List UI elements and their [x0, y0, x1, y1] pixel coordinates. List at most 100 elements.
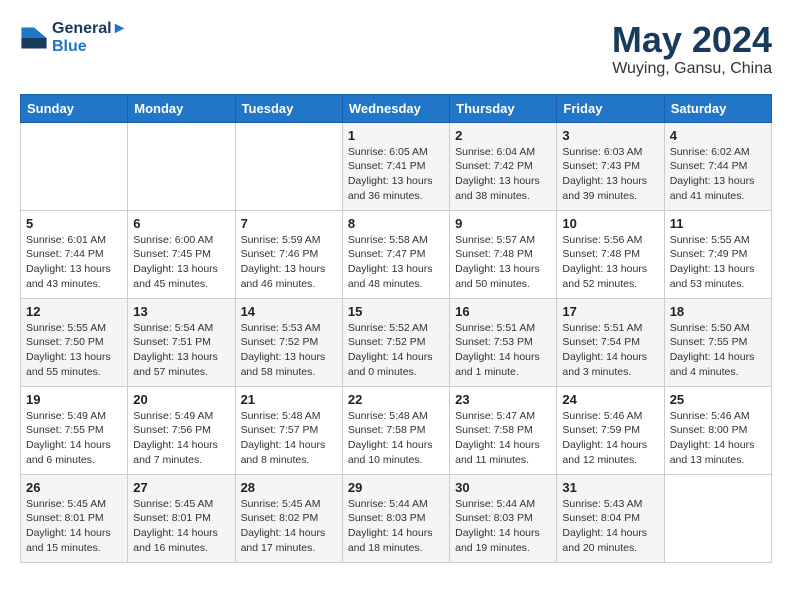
calendar-week-2: 5Sunrise: 6:01 AMSunset: 7:44 PMDaylight… — [21, 210, 772, 298]
day-info: Sunrise: 5:49 AMSunset: 7:56 PMDaylight:… — [133, 409, 229, 468]
logo: General► Blue — [20, 20, 127, 56]
day-info: Sunrise: 5:51 AMSunset: 7:53 PMDaylight:… — [455, 321, 551, 380]
day-number: 13 — [133, 304, 229, 319]
calendar-subtitle: Wuying, Gansu, China — [612, 60, 772, 78]
calendar-cell: 16 Sunrise: 5:51 AMSunset: 7:53 PMDayligh… — [450, 298, 557, 386]
day-number: 6 — [133, 216, 229, 231]
day-number: 31 — [562, 480, 658, 495]
calendar-cell: 2 Sunrise: 6:04 AMSunset: 7:42 PMDaylight… — [450, 122, 557, 210]
day-number: 21 — [241, 392, 337, 407]
calendar-body: 1 Sunrise: 6:05 AMSunset: 7:41 PMDaylight… — [21, 122, 772, 562]
calendar-cell: 31Sunrise: 5:43 AMSunset: 8:04 PMDayligh… — [557, 474, 664, 562]
logo-text: General► Blue — [52, 20, 127, 56]
day-info: Sunrise: 5:45 AMSunset: 8:01 PMDaylight:… — [133, 497, 229, 556]
day-number: 2 — [455, 128, 551, 143]
day-info: Sunrise: 5:50 AMSunset: 7:55 PMDaylight:… — [670, 321, 766, 380]
calendar-table: Sunday Monday Tuesday Wednesday Thursday… — [20, 94, 772, 563]
calendar-cell: 8 Sunrise: 5:58 AMSunset: 7:47 PMDaylight… — [342, 210, 449, 298]
calendar-cell: 23 Sunrise: 5:47 AMSunset: 7:58 PMDayligh… — [450, 386, 557, 474]
calendar-cell: 25 Sunrise: 5:46 AMSunset: 8:00 PMDayligh… — [664, 386, 771, 474]
calendar-cell: 19 Sunrise: 5:49 AMSunset: 7:55 PMDayligh… — [21, 386, 128, 474]
day-info: Sunrise: 5:48 AMSunset: 7:58 PMDaylight:… — [348, 409, 444, 468]
day-number: 7 — [241, 216, 337, 231]
calendar-cell — [235, 122, 342, 210]
calendar-cell: 14 Sunrise: 5:53 AMSunset: 7:52 PMDayligh… — [235, 298, 342, 386]
calendar-cell: 1 Sunrise: 6:05 AMSunset: 7:41 PMDaylight… — [342, 122, 449, 210]
header-wednesday: Wednesday — [342, 94, 449, 122]
day-number: 24 — [562, 392, 658, 407]
calendar-week-1: 1 Sunrise: 6:05 AMSunset: 7:41 PMDaylight… — [21, 122, 772, 210]
day-info: Sunrise: 5:49 AMSunset: 7:55 PMDaylight:… — [26, 409, 122, 468]
day-info: Sunrise: 5:56 AMSunset: 7:48 PMDaylight:… — [562, 233, 658, 292]
header-thursday: Thursday — [450, 94, 557, 122]
day-number: 4 — [670, 128, 766, 143]
calendar-cell: 30Sunrise: 5:44 AMSunset: 8:03 PMDayligh… — [450, 474, 557, 562]
day-number: 20 — [133, 392, 229, 407]
day-info: Sunrise: 5:47 AMSunset: 7:58 PMDaylight:… — [455, 409, 551, 468]
day-number: 16 — [455, 304, 551, 319]
day-number: 14 — [241, 304, 337, 319]
calendar-cell: 21 Sunrise: 5:48 AMSunset: 7:57 PMDayligh… — [235, 386, 342, 474]
calendar-cell: 13 Sunrise: 5:54 AMSunset: 7:51 PMDayligh… — [128, 298, 235, 386]
day-info: Sunrise: 5:45 AMSunset: 8:01 PMDaylight:… — [26, 497, 122, 556]
calendar-cell: 22 Sunrise: 5:48 AMSunset: 7:58 PMDayligh… — [342, 386, 449, 474]
day-info: Sunrise: 5:58 AMSunset: 7:47 PMDaylight:… — [348, 233, 444, 292]
day-info: Sunrise: 5:53 AMSunset: 7:52 PMDaylight:… — [241, 321, 337, 380]
calendar-cell: 6 Sunrise: 6:00 AMSunset: 7:45 PMDaylight… — [128, 210, 235, 298]
header-monday: Monday — [128, 94, 235, 122]
day-info: Sunrise: 6:01 AMSunset: 7:44 PMDaylight:… — [26, 233, 122, 292]
day-info: Sunrise: 5:48 AMSunset: 7:57 PMDaylight:… — [241, 409, 337, 468]
day-number: 18 — [670, 304, 766, 319]
calendar-cell: 5Sunrise: 6:01 AMSunset: 7:44 PMDaylight… — [21, 210, 128, 298]
calendar-cell: 28 Sunrise: 5:45 AMSunset: 8:02 PMDayligh… — [235, 474, 342, 562]
calendar-cell: 26 Sunrise: 5:45 AMSunset: 8:01 PMDayligh… — [21, 474, 128, 562]
day-number: 28 — [241, 480, 337, 495]
day-number: 17 — [562, 304, 658, 319]
day-number: 9 — [455, 216, 551, 231]
day-number: 1 — [348, 128, 444, 143]
calendar-cell: 11 Sunrise: 5:55 AMSunset: 7:49 PMDayligh… — [664, 210, 771, 298]
day-number: 12 — [26, 304, 122, 319]
header-friday: Friday — [557, 94, 664, 122]
logo-icon — [20, 24, 48, 52]
day-info: Sunrise: 6:03 AMSunset: 7:43 PMDaylight:… — [562, 145, 658, 204]
day-number: 30 — [455, 480, 551, 495]
day-info: Sunrise: 6:00 AMSunset: 7:45 PMDaylight:… — [133, 233, 229, 292]
day-info: Sunrise: 5:52 AMSunset: 7:52 PMDaylight:… — [348, 321, 444, 380]
day-number: 19 — [26, 392, 122, 407]
day-info: Sunrise: 5:45 AMSunset: 8:02 PMDaylight:… — [241, 497, 337, 556]
day-info: Sunrise: 5:55 AMSunset: 7:50 PMDaylight:… — [26, 321, 122, 380]
day-number: 10 — [562, 216, 658, 231]
day-number: 27 — [133, 480, 229, 495]
day-number: 26 — [26, 480, 122, 495]
calendar-cell: 9 Sunrise: 5:57 AMSunset: 7:48 PMDaylight… — [450, 210, 557, 298]
day-info: Sunrise: 5:54 AMSunset: 7:51 PMDaylight:… — [133, 321, 229, 380]
day-info: Sunrise: 5:57 AMSunset: 7:48 PMDaylight:… — [455, 233, 551, 292]
calendar-cell — [664, 474, 771, 562]
header-row: Sunday Monday Tuesday Wednesday Thursday… — [21, 94, 772, 122]
day-number: 29 — [348, 480, 444, 495]
header-saturday: Saturday — [664, 94, 771, 122]
day-info: Sunrise: 6:05 AMSunset: 7:41 PMDaylight:… — [348, 145, 444, 204]
day-info: Sunrise: 6:04 AMSunset: 7:42 PMDaylight:… — [455, 145, 551, 204]
day-number: 25 — [670, 392, 766, 407]
calendar-cell — [21, 122, 128, 210]
calendar-cell: 18 Sunrise: 5:50 AMSunset: 7:55 PMDayligh… — [664, 298, 771, 386]
calendar-title: May 2024 — [612, 20, 772, 60]
calendar-week-4: 19 Sunrise: 5:49 AMSunset: 7:55 PMDayligh… — [21, 386, 772, 474]
header-sunday: Sunday — [21, 94, 128, 122]
day-info: Sunrise: 5:51 AMSunset: 7:54 PMDaylight:… — [562, 321, 658, 380]
day-number: 23 — [455, 392, 551, 407]
day-info: Sunrise: 5:59 AMSunset: 7:46 PMDaylight:… — [241, 233, 337, 292]
calendar-cell: 3 Sunrise: 6:03 AMSunset: 7:43 PMDaylight… — [557, 122, 664, 210]
calendar-week-5: 26 Sunrise: 5:45 AMSunset: 8:01 PMDayligh… — [21, 474, 772, 562]
day-info: Sunrise: 5:46 AMSunset: 8:00 PMDaylight:… — [670, 409, 766, 468]
calendar-cell: 29Sunrise: 5:44 AMSunset: 8:03 PMDayligh… — [342, 474, 449, 562]
day-number: 11 — [670, 216, 766, 231]
day-number: 8 — [348, 216, 444, 231]
day-number: 3 — [562, 128, 658, 143]
calendar-cell: 27 Sunrise: 5:45 AMSunset: 8:01 PMDayligh… — [128, 474, 235, 562]
day-number: 22 — [348, 392, 444, 407]
day-info: Sunrise: 5:55 AMSunset: 7:49 PMDaylight:… — [670, 233, 766, 292]
calendar-cell: 24Sunrise: 5:46 AMSunset: 7:59 PMDayligh… — [557, 386, 664, 474]
